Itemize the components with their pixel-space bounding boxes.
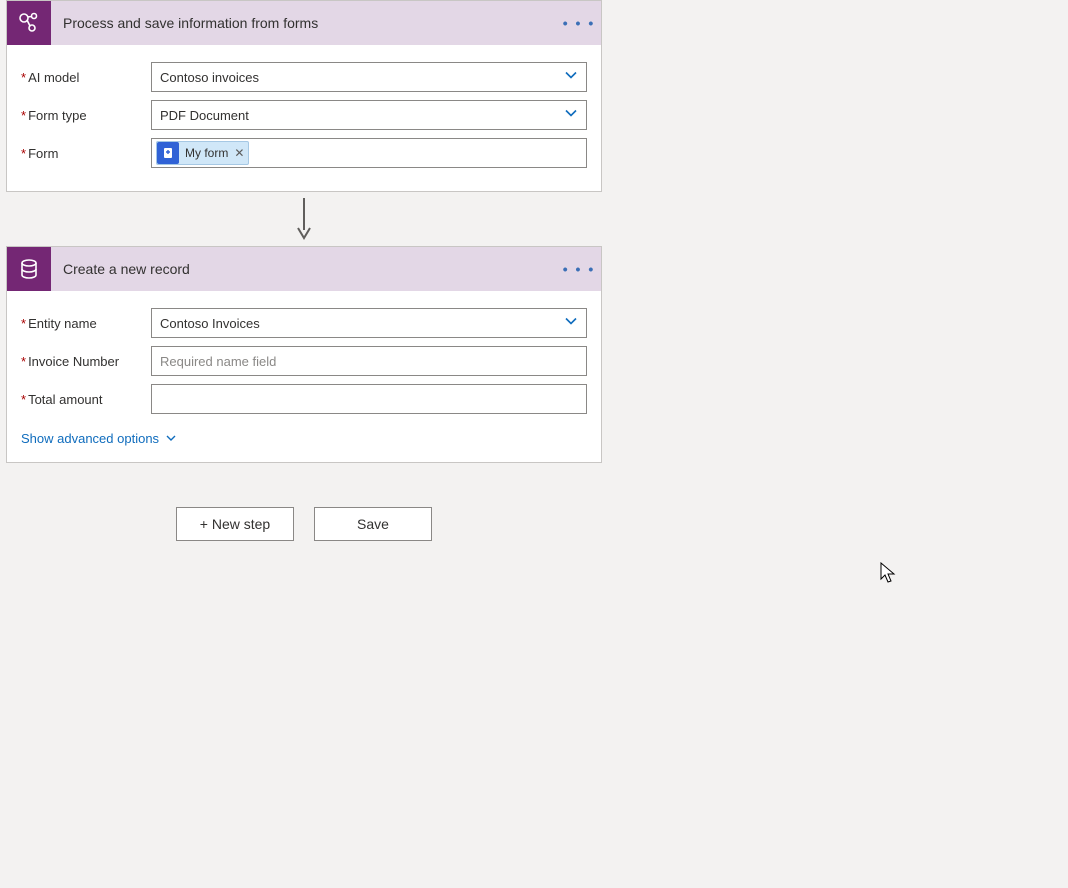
chevron-down-icon bbox=[564, 69, 578, 86]
select-value: Contoso invoices bbox=[160, 70, 259, 85]
action-card-create-record: Create a new record • • • *Entity name C… bbox=[6, 246, 602, 463]
field-row-ai-model: *AI model Contoso invoices bbox=[21, 61, 587, 93]
card-menu-button[interactable]: • • • bbox=[557, 15, 601, 31]
field-label: *Entity name bbox=[21, 316, 151, 331]
form-type-select[interactable]: PDF Document bbox=[151, 100, 587, 130]
field-label: *Form bbox=[21, 146, 151, 161]
dynamic-content-token[interactable]: My form ✕ bbox=[156, 141, 249, 165]
ai-model-select[interactable]: Contoso invoices bbox=[151, 62, 587, 92]
link-text: Show advanced options bbox=[21, 431, 159, 446]
show-advanced-options-link[interactable]: Show advanced options bbox=[21, 421, 177, 446]
invoice-number-input[interactable]: Required name field bbox=[151, 346, 587, 376]
token-label: My form bbox=[185, 146, 228, 160]
chevron-down-icon bbox=[564, 315, 578, 332]
select-value: PDF Document bbox=[160, 108, 249, 123]
field-row-entity-name: *Entity name Contoso Invoices bbox=[21, 307, 587, 339]
field-row-form: *Form My form ✕ bbox=[21, 137, 587, 169]
card-body: *Entity name Contoso Invoices *Invoice N… bbox=[7, 291, 601, 462]
card-header[interactable]: Process and save information from forms … bbox=[7, 1, 601, 45]
total-amount-input[interactable] bbox=[151, 384, 587, 414]
chevron-down-icon bbox=[564, 107, 578, 124]
form-token-input[interactable]: My form ✕ bbox=[151, 138, 587, 168]
field-label: *Form type bbox=[21, 108, 151, 123]
card-body: *AI model Contoso invoices *Form type PD… bbox=[7, 45, 601, 191]
field-label: *Total amount bbox=[21, 392, 151, 407]
field-label: *AI model bbox=[21, 70, 151, 85]
form-icon bbox=[157, 142, 179, 164]
flow-arrow-connector[interactable] bbox=[6, 192, 602, 246]
database-icon bbox=[7, 247, 51, 291]
ai-builder-icon bbox=[7, 1, 51, 45]
mouse-cursor-icon bbox=[880, 562, 898, 587]
field-label: *Invoice Number bbox=[21, 354, 151, 369]
field-row-invoice-number: *Invoice Number Required name field bbox=[21, 345, 587, 377]
entity-name-select[interactable]: Contoso Invoices bbox=[151, 308, 587, 338]
card-title: Create a new record bbox=[51, 261, 557, 277]
token-remove-icon[interactable]: ✕ bbox=[234, 146, 244, 160]
input-placeholder: Required name field bbox=[160, 354, 276, 369]
new-step-button[interactable]: + New step bbox=[176, 507, 294, 541]
chevron-down-icon bbox=[165, 433, 177, 445]
action-card-process-form: Process and save information from forms … bbox=[6, 0, 602, 192]
field-row-form-type: *Form type PDF Document bbox=[21, 99, 587, 131]
field-row-total-amount: *Total amount bbox=[21, 383, 587, 415]
card-title: Process and save information from forms bbox=[51, 15, 557, 31]
footer-actions: + New step Save bbox=[6, 463, 602, 541]
select-value: Contoso Invoices bbox=[160, 316, 260, 331]
save-button[interactable]: Save bbox=[314, 507, 432, 541]
card-header[interactable]: Create a new record • • • bbox=[7, 247, 601, 291]
card-menu-button[interactable]: • • • bbox=[557, 261, 601, 277]
